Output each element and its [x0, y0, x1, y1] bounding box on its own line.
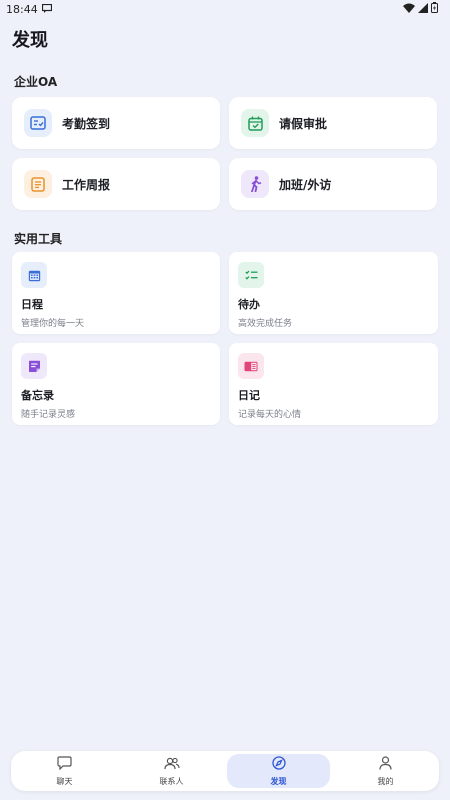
wifi-icon: [403, 3, 415, 16]
page-title: 发现: [12, 30, 48, 51]
tool-item-title: 待办: [238, 298, 260, 311]
tool-item-subtitle: 随手记录灵感: [21, 410, 76, 420]
nav-item-chat[interactable]: 聊天: [13, 754, 116, 788]
section-title-tools: 实用工具: [14, 232, 63, 246]
chat-bubble-icon: [57, 755, 72, 774]
oa-item-label: 考勤签到: [62, 116, 111, 131]
report-document-icon: [24, 170, 52, 198]
checklist-icon: [238, 262, 264, 288]
calendar-icon: [21, 262, 47, 288]
bottom-nav: 聊天 联系人 发现 我的: [11, 751, 439, 791]
battery-icon: [431, 2, 438, 16]
oa-item-label: 工作周报: [62, 177, 111, 192]
status-bar: 18:44: [0, 0, 450, 18]
compass-icon: [271, 755, 286, 774]
tool-item-schedule[interactable]: 日程 管理你的每一天: [12, 252, 220, 334]
tool-item-title: 日程: [21, 298, 43, 311]
tool-item-title: 备忘录: [21, 389, 54, 402]
notification-icon: [41, 3, 52, 16]
walking-person-icon: [241, 170, 269, 198]
nav-item-discover[interactable]: 发现: [227, 754, 330, 788]
attendance-card-icon: [24, 109, 52, 137]
tool-item-title: 日记: [238, 389, 260, 402]
nav-label: 联系人: [159, 777, 184, 786]
tool-item-todo[interactable]: 待办 高效完成任务: [229, 252, 438, 334]
memo-note-icon: [21, 353, 47, 379]
calendar-check-icon: [241, 109, 269, 137]
tool-item-subtitle: 记录每天的心情: [238, 410, 302, 420]
oa-item-attendance[interactable]: 考勤签到: [12, 97, 220, 149]
oa-item-label: 请假审批: [279, 116, 328, 131]
oa-item-overtime-visit[interactable]: 加班/外访: [229, 158, 437, 210]
contacts-icon: [163, 755, 180, 774]
nav-item-contacts[interactable]: 联系人: [120, 754, 223, 788]
oa-item-leave-approval[interactable]: 请假审批: [229, 97, 437, 149]
nav-label: 我的: [377, 777, 394, 786]
tool-item-diary[interactable]: 日记 记录每天的心情: [229, 343, 438, 425]
signal-icon: [418, 2, 428, 16]
oa-item-label: 加班/外访: [279, 177, 332, 192]
tool-item-subtitle: 高效完成任务: [238, 319, 293, 329]
nav-item-profile[interactable]: 我的: [334, 754, 437, 788]
status-time: 18:44: [6, 2, 38, 16]
diary-book-icon: [238, 353, 264, 379]
tool-item-subtitle: 管理你的每一天: [21, 319, 85, 329]
nav-label: 发现: [270, 777, 287, 786]
tool-item-memo[interactable]: 备忘录 随手记录灵感: [12, 343, 220, 425]
profile-icon: [379, 755, 392, 774]
section-title-oa: 企业OA: [14, 75, 58, 89]
oa-item-weekly-report[interactable]: 工作周报: [12, 158, 220, 210]
nav-label: 聊天: [56, 777, 73, 786]
